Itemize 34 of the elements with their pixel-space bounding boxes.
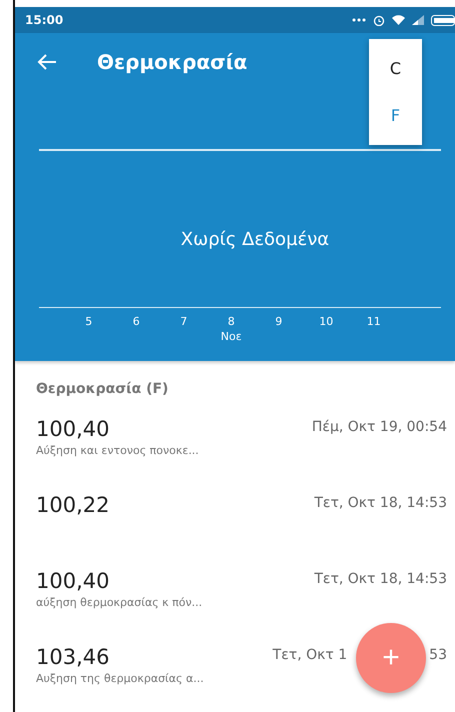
axis-tick-label: 11 (366, 314, 381, 329)
axis-tick-label: 6 (132, 314, 140, 329)
empty-chart-message: Χωρίς Δεδομένα (180, 228, 330, 250)
reading-date: Τετ, Οκτ 1 (272, 646, 348, 665)
alarm-clock-icon (373, 14, 385, 26)
reading-date: Τετ, Οκτ 18, 14:53 (314, 494, 447, 513)
reading-note: αύξηση θερμοκρασίας κ πόν... (36, 596, 202, 609)
unit-menu-item[interactable]: F (369, 92, 422, 139)
axis-month-label: Νοε (220, 329, 242, 344)
reading-value: 100,22 (36, 493, 110, 517)
back-arrow-icon (37, 53, 57, 71)
add-button[interactable]: + (356, 623, 426, 693)
screen-title: Θερμοκρασία (97, 50, 248, 74)
axis-tick-label: 5 (85, 314, 92, 329)
axis-tick-label: 10 (319, 314, 334, 329)
signal-icon (412, 15, 424, 25)
reading-value: 100,40 (36, 417, 110, 441)
reading-date: Πέμ, Οκτ 19, 00:54 (312, 418, 447, 437)
list-header: Θερμοκρασία (F) (35, 380, 170, 399)
more-icon (352, 18, 366, 22)
reading-date: Τετ, Οκτ 18, 14:53 (314, 570, 447, 589)
reading-note: Αύξηση και εντονος πονοκε... (36, 444, 199, 457)
reading-note: Αυξηση της θερμοκρασίας α... (36, 672, 204, 685)
axis-tick-label: 8 (228, 314, 235, 329)
reading-date: 53 (429, 646, 447, 665)
status-time: 15:00 (25, 13, 64, 27)
wifi-icon (392, 15, 405, 25)
back-button[interactable] (37, 53, 57, 71)
battery-icon (431, 14, 455, 26)
unit-menu-item[interactable]: C (369, 45, 422, 92)
reading-value: 103,46 (36, 645, 110, 669)
reading-value: 100,40 (36, 569, 110, 593)
axis-tick-label: 9 (275, 314, 282, 329)
axis-tick-label: 7 (180, 314, 188, 329)
